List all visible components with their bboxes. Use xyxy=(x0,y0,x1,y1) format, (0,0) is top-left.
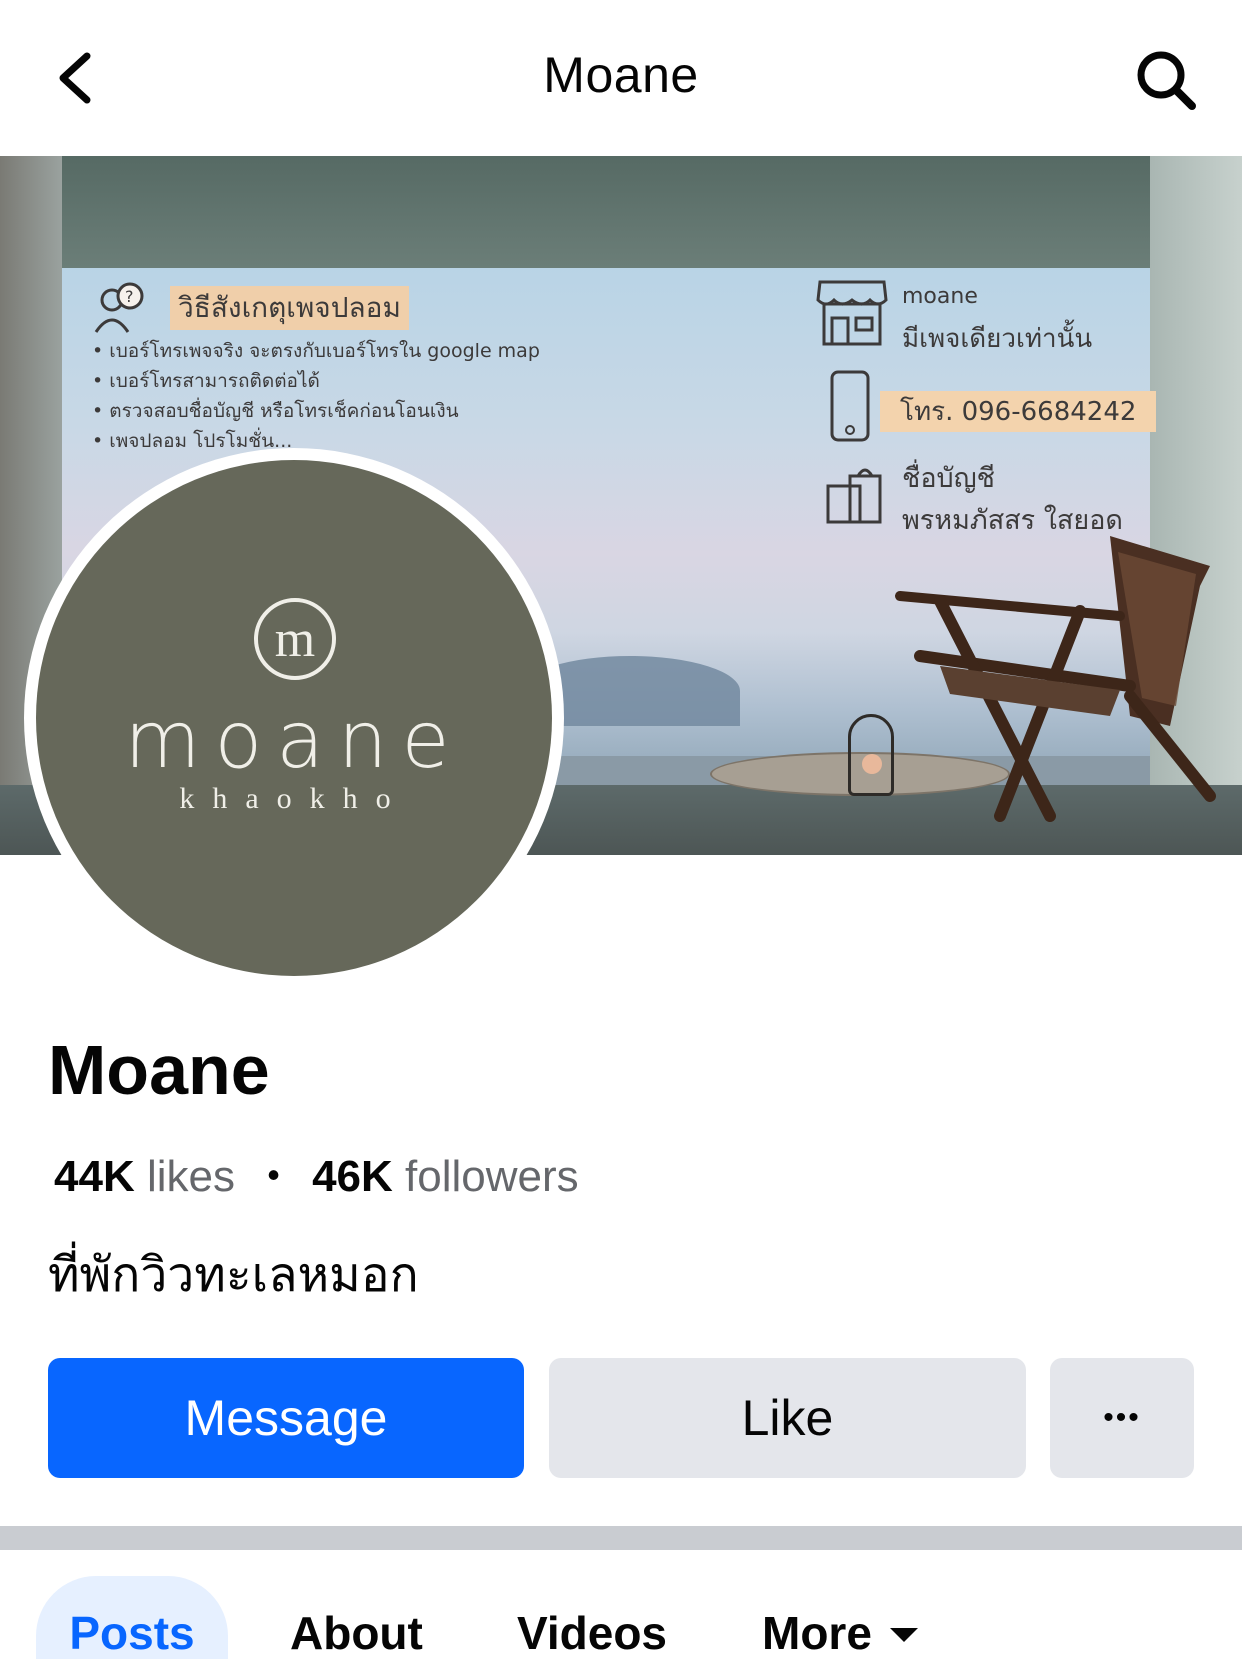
chair-illustration xyxy=(895,536,1216,822)
page-tabs: Posts About Videos More xyxy=(0,1550,1242,1659)
support-icon: ? xyxy=(94,282,144,333)
search-icon xyxy=(1137,51,1196,110)
tab-videos[interactable]: Videos xyxy=(517,1576,667,1659)
shop-icon xyxy=(816,280,888,346)
cover-bullet: • เบอร์โทรสามารถติดต่อได้ xyxy=(92,370,320,392)
cover-account-name: พรหมภัสสร ใสยอด xyxy=(902,505,1123,536)
like-button[interactable]: Like xyxy=(549,1358,1026,1478)
tab-more-label: More xyxy=(762,1607,872,1659)
likes-label: likes xyxy=(146,1152,235,1201)
followers-label: followers xyxy=(405,1152,579,1201)
tab-more[interactable]: More xyxy=(762,1576,918,1659)
stats-separator: • xyxy=(267,1154,280,1195)
search-button[interactable] xyxy=(1126,40,1206,120)
lantern-light xyxy=(862,754,882,774)
cover-brand: moane xyxy=(902,284,978,309)
cover-account-label: ชื่อบัญชี xyxy=(902,463,996,494)
page-title: Moane xyxy=(543,47,699,103)
page-name: Moane xyxy=(48,1031,270,1109)
more-options-button[interactable]: ••• xyxy=(1050,1358,1194,1478)
more-dots-icon: ••• xyxy=(1103,1401,1141,1434)
caret-down-icon xyxy=(889,1628,918,1642)
cover-brand-note: มีเพจเดียวเท่านั้น xyxy=(902,324,1093,354)
cover-bullet: • เบอร์โทรเพจจริง จะตรงกับเบอร์โทรใน goo… xyxy=(92,340,540,362)
svg-text:?: ? xyxy=(125,287,134,306)
page-category: ที่พักวิวทะเลหมอก xyxy=(48,1247,419,1303)
likes-count: 44K xyxy=(54,1152,135,1201)
avatar[interactable]: m moane khaokho xyxy=(36,460,552,976)
message-button[interactable]: Message xyxy=(48,1358,524,1478)
page-stats[interactable]: 44K likes • 46K followers xyxy=(54,1152,579,1202)
cover-ceiling xyxy=(0,156,1242,268)
cover-phone: โทร. 096-6684242 xyxy=(880,391,1157,432)
top-bar: Moane xyxy=(0,0,1242,156)
monogram-logo: m xyxy=(254,598,336,680)
cover-bullet: • ตรวจสอบชื่อบัญชี หรือโทรเช็คก่อนโอนเงิ… xyxy=(92,400,459,422)
monogram-letter: m xyxy=(274,611,316,668)
avatar-subtitle: khaokho xyxy=(179,782,409,815)
section-divider xyxy=(0,1526,1242,1550)
shopping-bag-icon xyxy=(826,468,882,524)
followers-count: 46K xyxy=(312,1152,393,1201)
tab-about[interactable]: About xyxy=(290,1576,423,1659)
phone-icon xyxy=(830,370,870,442)
tab-posts[interactable]: Posts xyxy=(36,1576,228,1659)
avatar-wordmark: moane xyxy=(124,696,464,786)
cover-heading: วิธีสังเกตุเพจปลอม xyxy=(170,286,409,330)
